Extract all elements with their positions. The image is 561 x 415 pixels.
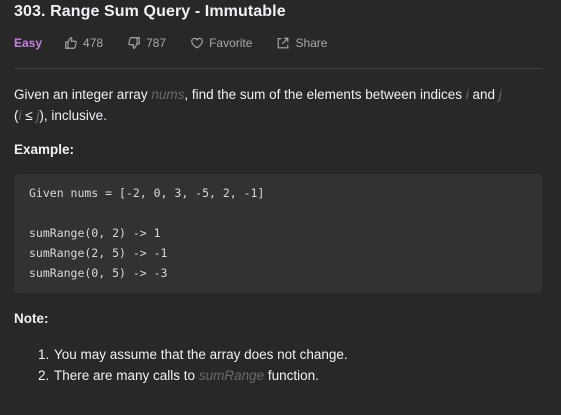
heart-icon	[191, 37, 203, 49]
dislike-button[interactable]: 787	[127, 36, 166, 50]
note-text: There are many calls to	[54, 368, 199, 383]
share-icon	[278, 37, 289, 49]
favorite-button[interactable]: Favorite	[190, 36, 252, 50]
problem-meta-bar: Easy 478 787 Favorite Share	[14, 36, 351, 50]
description-text: ), inclusive.	[39, 108, 107, 123]
description-text: and	[468, 87, 499, 102]
var-j: j	[498, 87, 502, 102]
list-item: 2. There are many calls to sumRange func…	[38, 365, 348, 386]
code-line: sumRange(0, 2) -> 1	[29, 226, 161, 240]
code-line: sumRange(0, 5) -> -3	[29, 266, 168, 280]
note-heading: Note:	[14, 311, 49, 326]
favorite-label: Favorite	[209, 36, 253, 50]
list-number: 1.	[38, 347, 50, 362]
description-text: , find the sum of the elements between i…	[184, 87, 466, 102]
like-button[interactable]: 478	[64, 36, 103, 50]
share-label: Share	[295, 36, 328, 50]
problem-title: 303. Range Sum Query - Immutable	[14, 3, 286, 20]
list-text: You may assume that the array does not c…	[54, 347, 348, 362]
note-text: function.	[264, 368, 319, 383]
example-code-block: Given nums = [-2, 0, 3, -5, 2, -1] sumRa…	[14, 174, 542, 293]
code-line: sumRange(2, 5) -> -1	[29, 246, 168, 260]
list-item: 1. You may assume that the array does no…	[38, 344, 348, 365]
thumbs-up-icon	[65, 37, 77, 49]
like-count: 478	[83, 36, 104, 50]
le-symbol: ≤	[21, 108, 37, 123]
thumbs-down-icon	[128, 37, 140, 49]
dislike-count: 787	[146, 36, 167, 50]
code-line: Given nums = [-2, 0, 3, -5, 2, -1]	[29, 186, 265, 200]
divider	[14, 68, 542, 69]
example-heading: Example:	[14, 142, 75, 157]
list-number: 2.	[38, 368, 50, 383]
share-button[interactable]: Share	[276, 36, 327, 50]
notes-list: 1. You may assume that the array does no…	[38, 344, 348, 386]
problem-description: Given an integer array nums, find the su…	[14, 84, 544, 126]
description-text: Given an integer array	[14, 87, 152, 102]
var-sumrange: sumRange	[198, 368, 265, 383]
list-text: There are many calls to sumRange functio…	[54, 365, 319, 386]
var-nums: nums	[151, 87, 185, 102]
difficulty-badge: Easy	[14, 36, 43, 50]
